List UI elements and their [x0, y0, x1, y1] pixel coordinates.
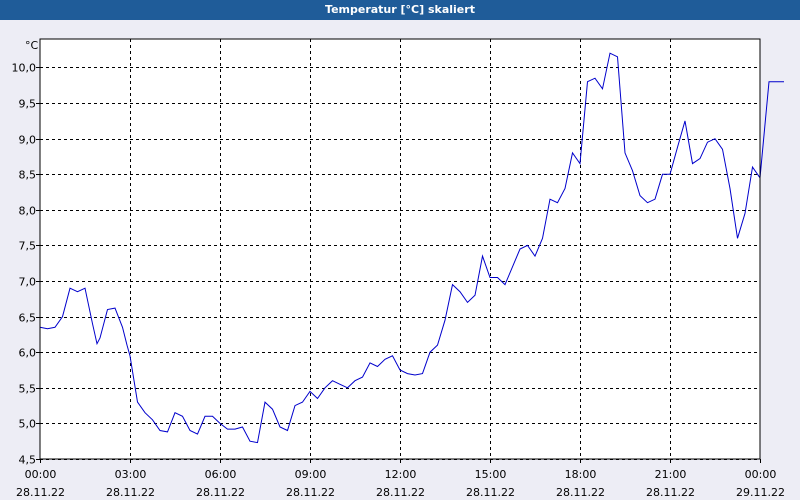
x-tick-date-label: 28.11.22 — [196, 486, 245, 499]
y-tick-label: 4,5 — [19, 454, 37, 467]
x-tick-date-label: 28.11.22 — [646, 486, 695, 499]
y-tick-label: 7,0 — [19, 276, 37, 289]
x-axis-ticks: 00:00 28.11.22 03:00 28.11.22 06:00 28.11.22 0… — [16, 459, 785, 499]
temperature-line-chart: °C 4,5 5,0 5,5 6,0 6,5 7,0 7,5 8,0 8,5 9,0 9,5 10,0… — [12, 38, 785, 499]
y-tick-label: 7,5 — [19, 240, 37, 253]
x-tick-time-label: 15:00 — [475, 468, 507, 481]
y-axis-unit: °C — [25, 39, 39, 52]
x-tick-time-label: 12:00 — [385, 468, 417, 481]
y-tick-label: 9,5 — [19, 98, 37, 111]
y-tick-label: 6,5 — [19, 312, 37, 325]
y-tick-label: 6,0 — [19, 347, 37, 360]
x-tick-time-label: 03:00 — [115, 468, 147, 481]
x-tick-time-label: 00:00 — [25, 468, 57, 481]
x-tick-date-label: 28.11.22 — [286, 486, 335, 499]
x-tick-date-label: 28.11.22 — [556, 486, 605, 499]
y-tick-label: 8,5 — [19, 169, 37, 182]
chart-title: Temperatur [°C] skaliert — [0, 0, 800, 20]
x-tick-date-label: 29.11.22 — [736, 486, 785, 499]
y-tick-label: 10,0 — [12, 62, 37, 75]
x-tick-date-label: 28.11.22 — [376, 486, 425, 499]
x-tick-date-label: 28.11.22 — [16, 486, 65, 499]
x-tick-date-label: 28.11.22 — [106, 486, 155, 499]
y-tick-label: 5,0 — [19, 418, 37, 431]
x-tick-time-label: 06:00 — [205, 468, 237, 481]
y-axis-ticks: 4,5 5,0 5,5 6,0 6,5 7,0 7,5 8,0 8,5 9,0 9,5 10,0 — [12, 62, 40, 467]
x-tick-time-label: 09:00 — [295, 468, 327, 481]
y-tick-label: 9,0 — [19, 134, 37, 147]
x-tick-time-label: 18:00 — [565, 468, 597, 481]
y-tick-label: 5,5 — [19, 383, 37, 396]
y-tick-label: 8,0 — [19, 205, 37, 218]
x-tick-time-label: 21:00 — [655, 468, 687, 481]
x-tick-date-label: 28.11.22 — [466, 486, 515, 499]
x-tick-time-label: 00:00 — [745, 468, 777, 481]
